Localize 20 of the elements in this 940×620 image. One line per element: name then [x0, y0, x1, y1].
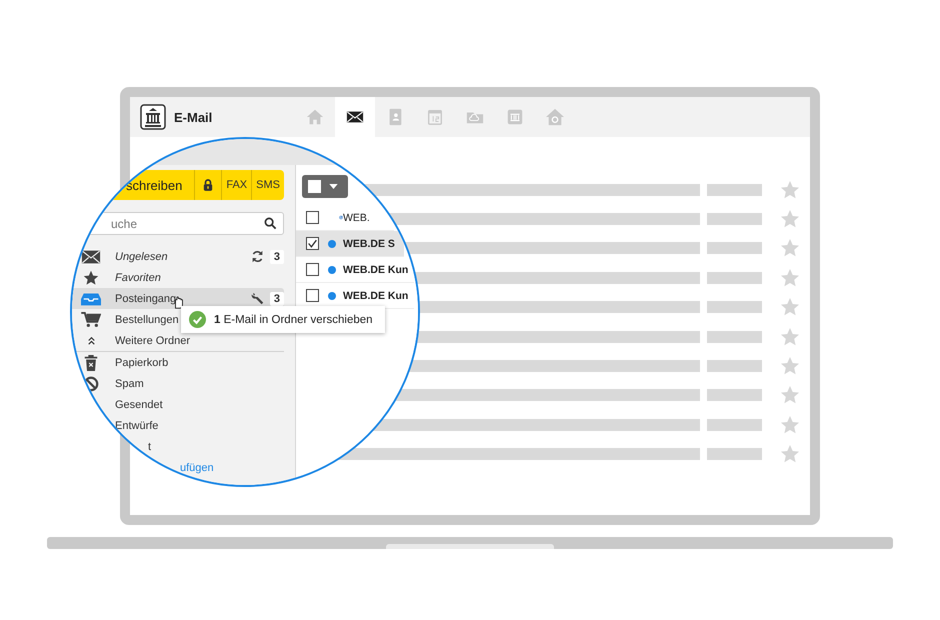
message-row[interactable]: WEB.DE Kun [296, 257, 414, 283]
folder-item[interactable]: t [72, 436, 284, 457]
message-sender: WEB. [343, 212, 370, 224]
folder-item[interactable]: Entwürfe [72, 415, 284, 436]
folder-item[interactable]: Posteingang 3 [72, 288, 284, 309]
message-sender: WEB.DE Kun [343, 264, 408, 276]
message-sender: WEB.DE S [343, 238, 395, 250]
folder-item[interactable]: Papierkorb [72, 352, 284, 373]
folder-item[interactable]: Favoriten [72, 267, 284, 288]
message-row[interactable]: WEB.DE S [296, 231, 404, 257]
fax-button[interactable]: FAX [221, 170, 252, 200]
folder-item[interactable]: Spam [72, 373, 284, 394]
message-sender: WEB.DE Kun [343, 290, 408, 302]
folder-item[interactable]: Ungelesen 3 [72, 246, 284, 267]
sms-button[interactable]: SMS [251, 170, 284, 200]
folder-item[interactable]: Gesendet [72, 394, 284, 415]
toast-message: 1 E-Mail in Ordner verschieben [214, 314, 373, 326]
search-input[interactable]: uche [109, 216, 264, 232]
app-title: E-Mail [174, 110, 212, 124]
compose-button[interactable]: schreiben [72, 170, 194, 200]
